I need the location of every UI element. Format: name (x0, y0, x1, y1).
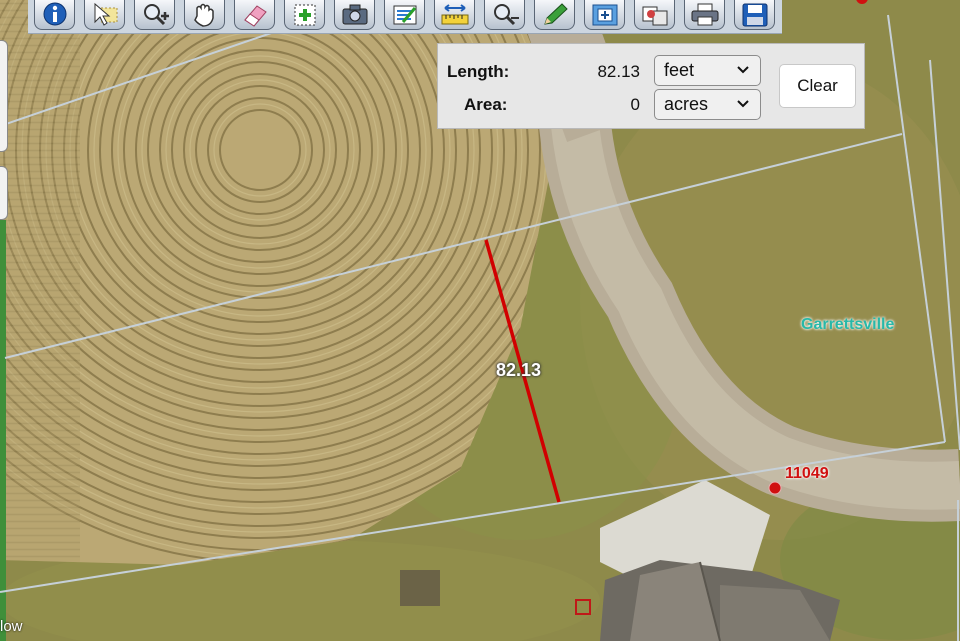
info-button[interactable] (34, 0, 75, 30)
zoom-out-button[interactable] (484, 0, 525, 30)
pan-hand-icon (194, 3, 214, 27)
side-panel-toggle[interactable] (0, 40, 8, 152)
measure-button[interactable] (434, 0, 475, 30)
save-button[interactable] (734, 0, 775, 30)
select-button[interactable] (84, 0, 125, 30)
layers-icon (393, 5, 417, 25)
add-selection-icon (294, 4, 316, 26)
corner-label: low (0, 618, 23, 635)
chevron-down-icon (737, 66, 749, 74)
select-pointer-icon (94, 2, 118, 26)
zoom-out-icon (494, 4, 519, 26)
place-label: Garrettsville (801, 316, 895, 333)
eraser-icon (244, 5, 267, 27)
length-label: Length: (447, 62, 510, 81)
measure-ruler-icon (441, 4, 469, 25)
side-panel-toggle-2[interactable] (0, 166, 8, 220)
length-unit-value: feet (664, 60, 695, 80)
add-selection-button[interactable] (284, 0, 325, 30)
chevron-down-icon (737, 100, 749, 108)
save-icon (742, 3, 768, 27)
toolbar (28, 0, 782, 34)
camera-icon (342, 4, 368, 25)
print-icon (691, 3, 719, 26)
measure-panel: Length: 82.13 feet Area: 0 acres Clear (437, 43, 865, 129)
length-value: 82.13 (597, 62, 640, 81)
parcel-marker (768, 481, 782, 495)
area-value: 0 (630, 95, 640, 114)
measure-line-label: 82.13 (496, 360, 542, 380)
area-unit-select[interactable]: acres (654, 89, 761, 120)
pan-button[interactable] (184, 0, 225, 30)
identify-button[interactable] (634, 0, 675, 30)
layers-button[interactable] (384, 0, 425, 30)
identify-icon (642, 6, 668, 26)
camera-button[interactable] (334, 0, 375, 30)
erase-button[interactable] (234, 0, 275, 30)
area-label: Area: (464, 95, 508, 114)
length-unit-select[interactable]: feet (654, 55, 761, 86)
info-icon (43, 2, 67, 26)
select-box-button[interactable] (584, 0, 625, 30)
clear-button[interactable]: Clear (779, 64, 856, 108)
print-button[interactable] (684, 0, 725, 30)
zoom-in-button[interactable] (134, 0, 175, 30)
draw-button[interactable] (534, 0, 575, 30)
area-unit-value: acres (664, 94, 709, 114)
select-box-icon (592, 4, 618, 26)
zoom-in-icon (144, 4, 169, 26)
pencil-icon (544, 3, 568, 25)
parcel-label: 11049 (785, 465, 829, 482)
